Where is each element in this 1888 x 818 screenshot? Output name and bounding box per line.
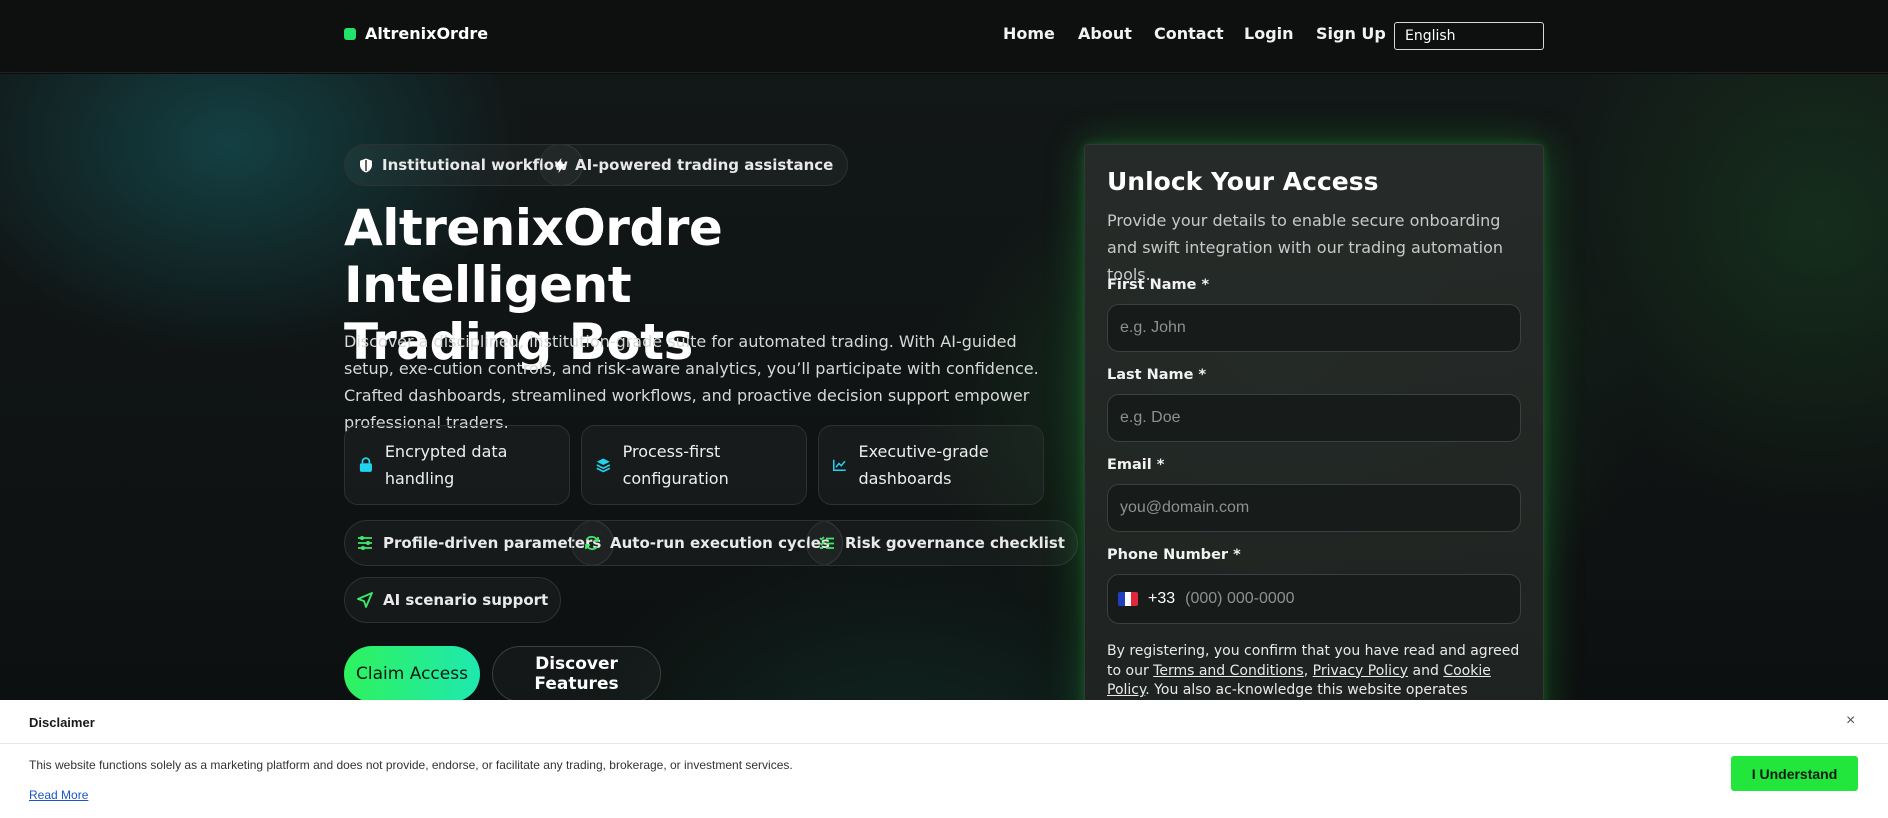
i-understand-button[interactable]: I Understand xyxy=(1731,756,1858,791)
language-select[interactable]: English xyxy=(1394,22,1544,50)
disclaimer-header: Disclaimer × xyxy=(0,700,1888,744)
chip-label: Risk governance checklist xyxy=(845,534,1065,552)
chip-label: AI scenario support xyxy=(383,591,549,609)
chip-auto-run: Auto-run execution cycles xyxy=(571,520,843,566)
first-name-label: First Name * xyxy=(1107,277,1210,293)
lock-icon xyxy=(359,457,372,472)
chip-label: Profile-driven parameters xyxy=(383,534,602,552)
phone-label: Phone Number * xyxy=(1107,547,1241,563)
terms-link[interactable]: Terms and Conditions xyxy=(1153,663,1304,679)
chip-risk-checklist: Risk governance checklist xyxy=(806,520,1078,566)
feature-card-label: Executive-grade dashboards xyxy=(858,442,989,488)
consent-separator: , xyxy=(1303,662,1313,679)
badge-ai-assistance: AI-powered trading assistance xyxy=(539,144,849,186)
refresh-icon xyxy=(585,535,599,551)
feature-card-encrypted: Encrypted data handling xyxy=(344,425,570,505)
hero-title-line1: AltrenixOrdre Intelligent xyxy=(344,199,723,314)
france-flag-icon[interactable] xyxy=(1118,592,1138,606)
feature-card-label: Encrypted data handling xyxy=(384,442,508,488)
form-title: Unlock Your Access xyxy=(1107,167,1379,196)
site-header: AltrenixOrdre Home About Contact Login S… xyxy=(0,0,1888,73)
brand-logo[interactable]: AltrenixOrdre xyxy=(344,24,488,43)
disclaimer-banner: Disclaimer × This website functions sole… xyxy=(0,700,1888,818)
consent-and: and xyxy=(1408,662,1444,679)
disclaimer-text: This website functions solely as a marke… xyxy=(29,758,793,772)
send-icon xyxy=(357,592,373,608)
email-input[interactable] xyxy=(1107,484,1521,532)
chip-label: Auto-run execution cycles xyxy=(610,534,830,552)
feature-card-process: Process-first configuration xyxy=(581,425,807,505)
brand-name: AltrenixOrdre xyxy=(365,24,489,43)
last-name-input[interactable] xyxy=(1107,394,1521,442)
phone-input[interactable] xyxy=(1185,590,1510,608)
last-name-label: Last Name * xyxy=(1107,367,1207,383)
discover-features-button[interactable]: Discover Features xyxy=(492,646,661,702)
disclaimer-title: Disclaimer xyxy=(29,715,95,730)
first-name-input[interactable] xyxy=(1107,304,1521,352)
badge-label: AI-powered trading assistance xyxy=(575,156,834,174)
privacy-link[interactable]: Privacy Policy xyxy=(1313,663,1408,679)
chip-ai-scenario: AI scenario support xyxy=(344,577,562,623)
phone-field: +33 xyxy=(1107,574,1521,624)
hero-description: Discover a disciplined, institution-grad… xyxy=(344,332,1039,432)
read-more-link[interactable]: Read More xyxy=(29,788,88,802)
nav-about[interactable]: About xyxy=(1078,24,1132,43)
lightning-icon xyxy=(554,157,566,173)
nav-home[interactable]: Home xyxy=(1003,24,1055,43)
checklist-icon xyxy=(819,536,834,549)
dial-code: +33 xyxy=(1148,590,1176,607)
chart-line-icon xyxy=(833,459,846,471)
shield-icon xyxy=(360,158,372,172)
feature-card-label: Process-first configuration xyxy=(622,442,729,488)
nav-login[interactable]: Login xyxy=(1244,24,1294,43)
layers-icon xyxy=(596,458,611,473)
brand-mark-icon xyxy=(344,27,356,40)
form-subtitle: Provide your details to enable secure on… xyxy=(1107,211,1504,284)
nav-sign-up[interactable]: Sign Up xyxy=(1316,24,1386,43)
email-label: Email * xyxy=(1107,457,1165,473)
sliders-icon xyxy=(358,536,372,550)
claim-access-button[interactable]: Claim Access xyxy=(344,646,480,702)
close-icon[interactable]: × xyxy=(1846,712,1855,730)
nav-contact[interactable]: Contact xyxy=(1154,24,1224,43)
feature-card-dashboards: Executive-grade dashboards xyxy=(818,425,1044,505)
